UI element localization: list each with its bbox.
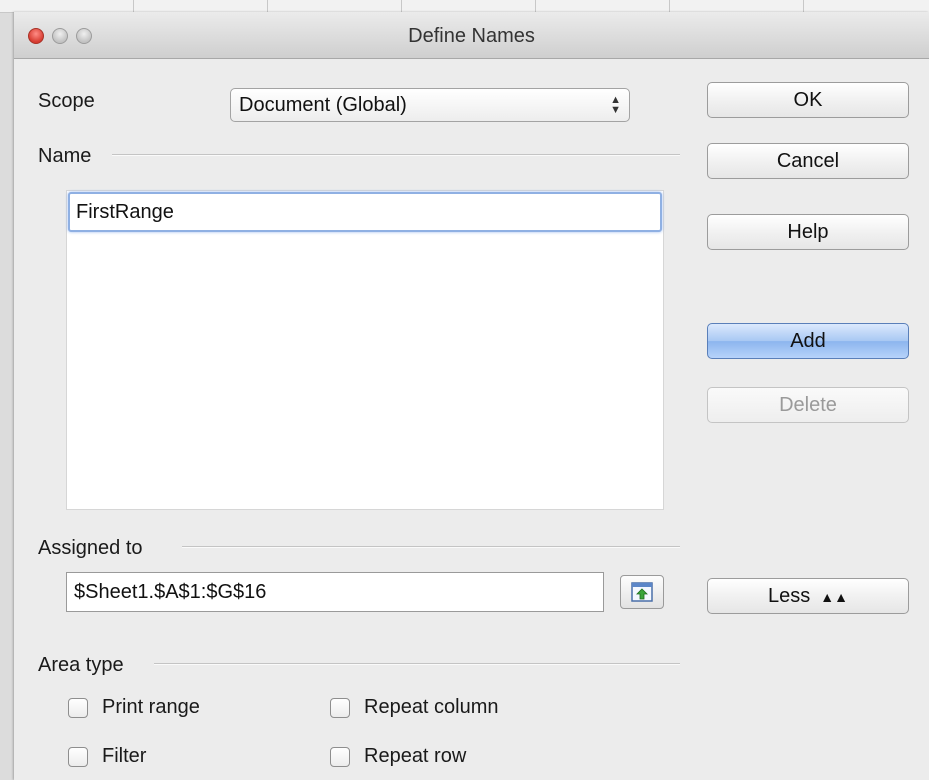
name-label: Name [38, 145, 92, 167]
area-type-label: Area type [38, 654, 124, 676]
scope-label: Scope [38, 90, 95, 112]
names-list[interactable] [66, 190, 664, 510]
area-type-separator [154, 663, 680, 665]
name-separator [112, 154, 680, 156]
less-button[interactable]: Less ▲▲ [707, 578, 909, 614]
print-range-label: Print range [102, 696, 200, 718]
checkbox-box[interactable] [330, 697, 350, 718]
assigned-separator [182, 546, 680, 548]
delete-button[interactable]: Delete [707, 387, 909, 423]
shrink-dialog-button[interactable] [620, 575, 664, 609]
window-title: Define Names [408, 25, 535, 47]
repeat-row-checkbox[interactable]: Repeat row [330, 745, 466, 768]
cancel-button[interactable]: Cancel [707, 143, 909, 179]
print-range-checkbox[interactable]: Print range [68, 696, 200, 719]
shrink-dialog-icon [631, 582, 653, 602]
filter-checkbox[interactable]: Filter [68, 745, 146, 768]
ok-button[interactable]: OK [707, 82, 909, 118]
filter-label: Filter [102, 745, 147, 767]
checkbox-box[interactable] [68, 697, 88, 718]
updown-arrows-icon: ▲ ▼ [610, 94, 621, 116]
less-button-label: Less [768, 585, 811, 607]
define-names-dialog: Define Names Scope Document (Global) ▲ ▼ … [14, 12, 929, 780]
scope-select-value: Document (Global) [239, 94, 407, 116]
repeat-column-checkbox[interactable]: Repeat column [330, 696, 499, 719]
help-button[interactable]: Help [707, 214, 909, 250]
add-button[interactable]: Add [707, 323, 909, 359]
scope-select[interactable]: Document (Global) ▲ ▼ [230, 88, 630, 122]
checkbox-box[interactable] [330, 746, 350, 767]
double-chevron-up-icon: ▲▲ [820, 588, 848, 605]
name-input[interactable]: FirstRange [68, 192, 662, 232]
repeat-row-label: Repeat row [364, 745, 467, 767]
title-bar[interactable]: Define Names [14, 12, 929, 59]
assigned-to-input[interactable]: $Sheet1.$A$1:$G$16 [66, 572, 604, 612]
checkbox-box[interactable] [68, 746, 88, 767]
assigned-to-label: Assigned to [38, 537, 143, 559]
repeat-column-label: Repeat column [364, 696, 499, 718]
